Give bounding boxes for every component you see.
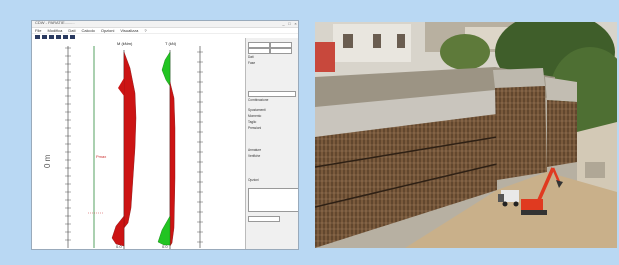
side-row-1: Dati xyxy=(248,55,254,59)
side-combo[interactable] xyxy=(248,91,296,97)
moment-title: M (kNm) xyxy=(117,41,133,46)
moment-diagram xyxy=(123,51,137,229)
side-row-3: Combinazione xyxy=(248,98,269,102)
side-row-9[interactable]: Verifiche xyxy=(248,154,260,158)
excavator xyxy=(521,199,543,211)
shear-diagram-top xyxy=(161,51,171,87)
maximize-button[interactable]: □ xyxy=(287,22,292,26)
menu-edit[interactable]: Modifica xyxy=(47,28,62,33)
menu-options[interactable]: Opzioni xyxy=(101,28,115,33)
side-panel: Dati Fase Combinazione Spostamenti Momen… xyxy=(245,38,298,249)
side-row-8[interactable]: Armature xyxy=(248,148,261,152)
menu-data[interactable]: Dati xyxy=(68,28,75,33)
title-bar: CDW - PARATIE......... _ □ × xyxy=(32,21,298,28)
menu-calc[interactable]: Calcolo xyxy=(81,28,94,33)
moment-diagram-base xyxy=(111,215,125,247)
wall-right xyxy=(495,86,547,180)
window-title: CDW - PARATIE......... xyxy=(35,20,75,25)
software-window: CDW - PARATIE......... _ □ × File Modifi… xyxy=(31,20,299,250)
moment-diagram-top xyxy=(118,78,124,96)
side-row-10[interactable]: Opzioni xyxy=(248,178,259,182)
side-listbox[interactable] xyxy=(248,188,298,212)
shear-bottom-label: 0.0 xyxy=(162,244,168,249)
side-field-4[interactable] xyxy=(270,48,292,54)
side-row-6[interactable]: Taglio xyxy=(248,120,256,124)
diagram-area: 0 m Pmax M (kNm) T (kN) 0.0 0.0 xyxy=(43,41,203,249)
shear-title: T (kN) xyxy=(165,41,177,46)
depth-label: 0 m xyxy=(43,154,52,168)
side-row-7[interactable]: Pressioni xyxy=(248,126,261,130)
wall-annotation: Pmax xyxy=(96,154,106,159)
side-row-4[interactable]: Spostamenti xyxy=(248,108,266,112)
close-button[interactable]: × xyxy=(293,22,298,26)
side-field-3[interactable] xyxy=(248,48,270,54)
construction-photo xyxy=(315,22,617,248)
menu-help[interactable]: ? xyxy=(144,28,146,33)
photo-illustration xyxy=(315,22,617,248)
moment-bottom-label: 0.0 xyxy=(116,244,122,249)
red-object xyxy=(315,42,335,72)
minimize-button[interactable]: _ xyxy=(281,22,286,26)
side-row-5[interactable]: Momento xyxy=(248,114,261,118)
shear-diagram-base xyxy=(157,215,171,246)
side-field-5[interactable] xyxy=(248,216,280,222)
menu-file[interactable]: File xyxy=(35,28,41,33)
side-row-2: Fase xyxy=(248,61,256,65)
menu-view[interactable]: Visualizza xyxy=(120,28,138,33)
shear-diagram xyxy=(169,81,176,247)
